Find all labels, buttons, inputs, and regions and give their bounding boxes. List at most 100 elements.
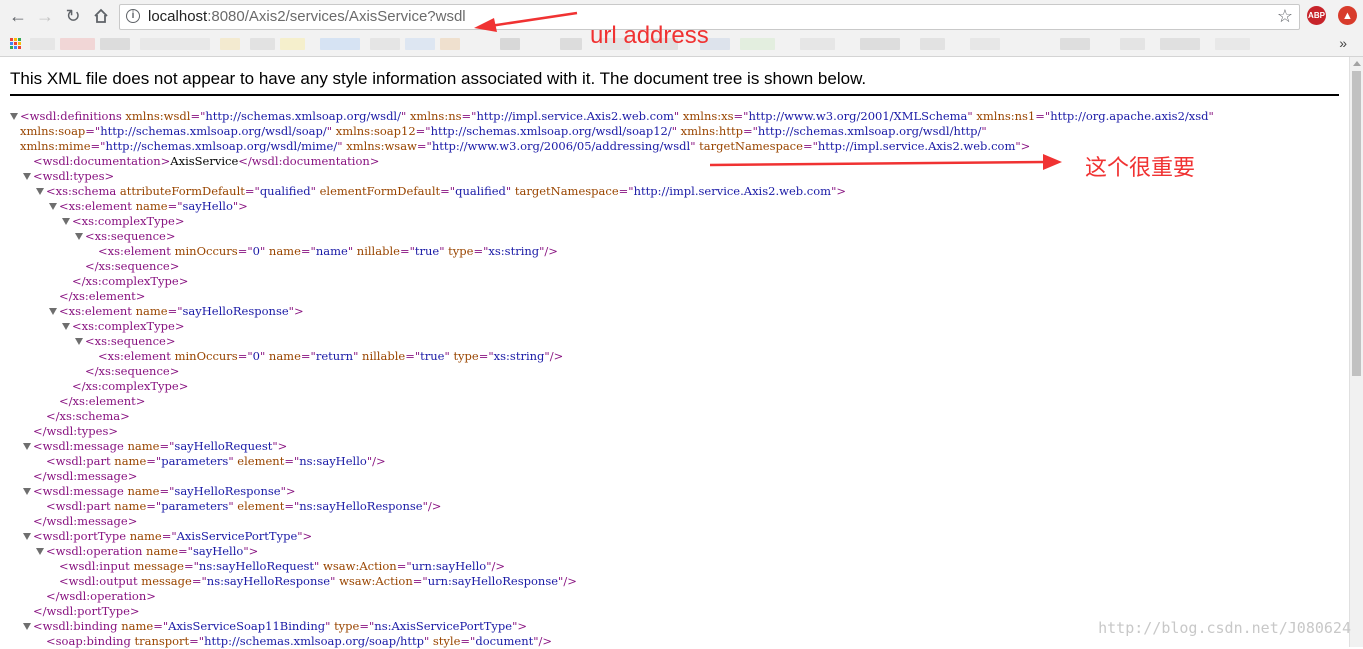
bookmark-item[interactable]: [1215, 38, 1250, 50]
apps-icon[interactable]: [10, 38, 21, 49]
bookmark-item[interactable]: [440, 38, 460, 50]
xml-tag-text: =": [300, 244, 316, 258]
xml-attribute-name: nillable: [362, 349, 406, 363]
xml-attribute-name: wsaw:Action: [323, 559, 397, 573]
bookmark-item[interactable]: [500, 38, 520, 50]
bookmark-item[interactable]: [740, 38, 775, 50]
collapse-toggle-icon[interactable]: [49, 203, 57, 210]
more-bookmarks-icon[interactable]: »: [1339, 35, 1347, 51]
scrollbar-thumb[interactable]: [1352, 71, 1361, 376]
xml-attribute-name: attributeFormDefault: [119, 184, 245, 198]
collapse-toggle-icon[interactable]: [36, 188, 44, 195]
xml-line: <wsdl:operation name="sayHello">: [46, 544, 258, 559]
xml-tag-text: <wsdl:part: [46, 454, 111, 468]
reload-icon[interactable]: ↻: [61, 4, 85, 28]
bookmark-item[interactable]: [60, 38, 95, 50]
xml-attribute-name: type: [448, 244, 474, 258]
xml-line: </xs:element>: [59, 394, 145, 409]
xml-attribute-value: qualified: [455, 184, 506, 198]
xml-tag-text: <xs:element: [98, 244, 171, 258]
xml-line: <wsdl:types>: [33, 169, 114, 184]
xml-attribute-name: xmlns:http: [680, 124, 743, 138]
xml-attribute-value: ns:AxisServicePortType: [374, 619, 513, 633]
collapse-toggle-icon[interactable]: [49, 308, 57, 315]
xml-line: </xs:element>: [59, 289, 145, 304]
bookmark-item[interactable]: [140, 38, 210, 50]
collapse-toggle-icon[interactable]: [10, 113, 18, 120]
collapse-toggle-icon[interactable]: [23, 533, 31, 540]
xml-attribute-name: xmlns:soap12: [335, 124, 416, 138]
home-icon[interactable]: [89, 4, 113, 28]
bookmark-item[interactable]: [560, 38, 582, 50]
forward-icon[interactable]: →: [33, 4, 57, 28]
bookmark-item[interactable]: [280, 38, 305, 50]
xml-tag-text: =": [178, 544, 193, 558]
xml-tag-text: <xs:element: [98, 349, 171, 363]
xml-tag-text: <wsdl:part: [46, 499, 111, 513]
bookmark-item[interactable]: [800, 38, 835, 50]
xml-line: </wsdl:portType>: [33, 604, 140, 619]
xml-tag-text: =": [412, 574, 428, 588]
xml-attribute-value: urn:sayHello: [411, 559, 487, 573]
collapse-toggle-icon[interactable]: [23, 488, 31, 495]
xml-tag-text: =": [237, 244, 253, 258]
bookmark-item[interactable]: [860, 38, 900, 50]
xml-tag-text: </wsdl:operation>: [46, 589, 156, 603]
bookmark-item[interactable]: [320, 38, 360, 50]
xml-line: <xs:complexType>: [72, 319, 184, 334]
bookmark-item[interactable]: [1060, 38, 1090, 50]
collapse-toggle-icon[interactable]: [23, 173, 31, 180]
bookmark-item[interactable]: [920, 38, 945, 50]
collapse-toggle-icon[interactable]: [75, 233, 83, 240]
xml-tag-text: =": [237, 349, 253, 363]
xml-attribute-value: http://www.w3.org/2001/XMLSchema: [748, 109, 968, 123]
xml-tag-text: </wsdl:types>: [33, 424, 118, 438]
bookmark-item[interactable]: [970, 38, 1000, 50]
xml-tag-text: =": [461, 109, 477, 123]
collapse-toggle-icon[interactable]: [23, 443, 31, 450]
xml-tag-text: <wsdl:types>: [33, 169, 115, 183]
xml-attribute-name: name: [127, 439, 160, 453]
address-bar[interactable]: i localhost:8080/Axis2/services/AxisServ…: [119, 4, 1300, 30]
extension-icon[interactable]: ▲: [1338, 6, 1357, 25]
xml-tag-text: =": [146, 499, 162, 513]
url-text[interactable]: localhost:8080/Axis2/services/AxisServic…: [148, 8, 466, 25]
collapse-toggle-icon[interactable]: [36, 548, 44, 555]
bookmark-item[interactable]: [220, 38, 240, 50]
xml-line: <xs:element name="sayHelloResponse">: [59, 304, 304, 319]
xml-tag-text: ">: [288, 304, 304, 318]
xml-attribute-value: parameters: [161, 499, 229, 513]
bookmark-item[interactable]: [1160, 38, 1200, 50]
xml-attribute-name: name: [135, 304, 168, 318]
bookmark-item[interactable]: [250, 38, 275, 50]
back-icon[interactable]: ←: [6, 4, 30, 28]
bookmark-item[interactable]: [405, 38, 435, 50]
xml-line: <wsdl:definitions xmlns:wsdl="http://sch…: [20, 109, 1214, 124]
bookmark-star-icon[interactable]: ☆: [1277, 6, 1293, 27]
bookmark-item[interactable]: [100, 38, 130, 50]
bookmark-item[interactable]: [1120, 38, 1145, 50]
xml-attribute-name: name: [127, 484, 160, 498]
xml-attribute-value: http://impl.service.Axis2.web.com: [476, 109, 674, 123]
xml-attribute-name: xmlns:xs: [682, 109, 734, 123]
xml-line: <xs:element minOccurs="0" name="return" …: [98, 349, 563, 364]
collapse-toggle-icon[interactable]: [75, 338, 83, 345]
xml-tag-text: "/>: [539, 244, 558, 258]
collapse-toggle-icon[interactable]: [62, 218, 70, 225]
adblock-plus-icon[interactable]: ABP: [1307, 6, 1326, 25]
info-icon[interactable]: i: [126, 9, 140, 23]
scroll-up-icon[interactable]: [1353, 61, 1361, 66]
xml-line: <wsdl:part name="parameters" element="ns…: [46, 499, 441, 514]
xml-tag-text: <xs:sequence>: [85, 229, 176, 243]
collapse-toggle-icon[interactable]: [62, 323, 70, 330]
xml-attribute-name: xmlns:wsaw: [346, 139, 417, 153]
xml-tag-text: =": [300, 349, 316, 363]
vertical-scrollbar[interactable]: [1349, 57, 1363, 647]
collapse-toggle-icon[interactable]: [23, 623, 31, 630]
bookmark-item[interactable]: [30, 38, 55, 50]
bookmark-item[interactable]: [370, 38, 400, 50]
xml-attribute-name: message: [133, 559, 184, 573]
xml-attribute-value: true: [414, 244, 440, 258]
xml-tag-text: =": [284, 499, 300, 513]
xml-attribute-name: elementFormDefault: [319, 184, 441, 198]
